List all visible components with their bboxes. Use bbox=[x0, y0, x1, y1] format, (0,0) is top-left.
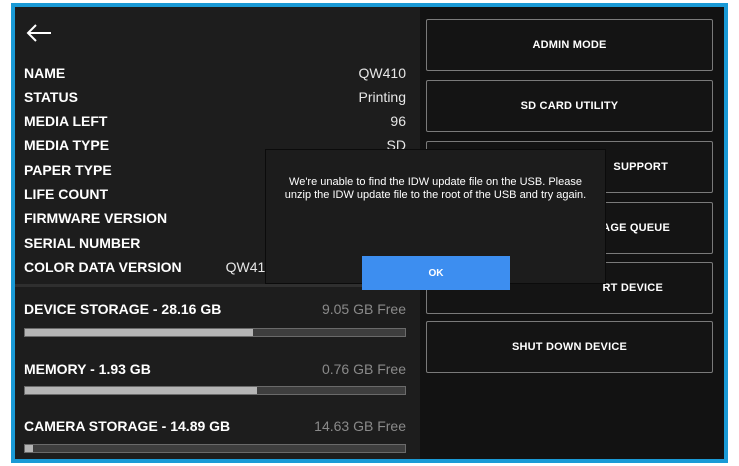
device-storage-free: 9.05 GB Free bbox=[321, 301, 406, 317]
info-row-name: NAME QW410 bbox=[24, 65, 406, 87]
usb-update-dialog: We're unable to find the IDW update file… bbox=[266, 150, 605, 290]
camera-storage-free: 14.63 GB Free bbox=[314, 418, 406, 434]
dialog-message: We're unable to find the IDW update file… bbox=[284, 176, 587, 201]
info-label: SERIAL NUMBER bbox=[24, 235, 141, 251]
memory-bar-fill bbox=[25, 387, 257, 394]
info-label: LIFE COUNT bbox=[24, 186, 108, 202]
camera-storage-label: CAMERA STORAGE - 14.89 GB bbox=[24, 418, 231, 434]
memory-bar bbox=[24, 386, 406, 395]
info-row-status: STATUS Printing bbox=[24, 89, 406, 111]
info-label: MEDIA LEFT bbox=[24, 113, 108, 129]
info-label: NAME bbox=[24, 65, 66, 81]
ok-button[interactable]: OK bbox=[362, 256, 510, 290]
camera-storage-bar bbox=[24, 444, 406, 453]
shut-down-device-button[interactable]: SHUT DOWN DEVICE bbox=[426, 321, 713, 373]
memory-free: 0.76 GB Free bbox=[321, 361, 406, 377]
device-storage-bar bbox=[24, 328, 406, 337]
info-value: QW41( bbox=[225, 259, 270, 275]
admin-mode-button[interactable]: ADMIN MODE bbox=[426, 19, 713, 71]
divider bbox=[15, 284, 420, 287]
info-label: STATUS bbox=[24, 89, 78, 105]
device-storage-bar-fill bbox=[25, 329, 253, 336]
info-label: FIRMWARE VERSION bbox=[24, 210, 168, 226]
device-storage-label: DEVICE STORAGE - 28.16 GB bbox=[24, 301, 222, 317]
back-arrow-icon[interactable] bbox=[25, 21, 53, 45]
info-value: QW410 bbox=[358, 65, 406, 81]
info-label: MEDIA TYPE bbox=[24, 137, 110, 153]
sd-card-utility-button[interactable]: SD CARD UTILITY bbox=[426, 80, 713, 132]
memory-label: MEMORY - 1.93 GB bbox=[24, 361, 151, 377]
info-value: Printing bbox=[358, 89, 406, 105]
info-label: COLOR DATA VERSION bbox=[24, 259, 182, 275]
camera-storage-bar-fill bbox=[25, 445, 33, 452]
info-value: 96 bbox=[390, 113, 406, 129]
info-label: PAPER TYPE bbox=[24, 162, 112, 178]
info-row-media-left: MEDIA LEFT 96 bbox=[24, 113, 406, 135]
